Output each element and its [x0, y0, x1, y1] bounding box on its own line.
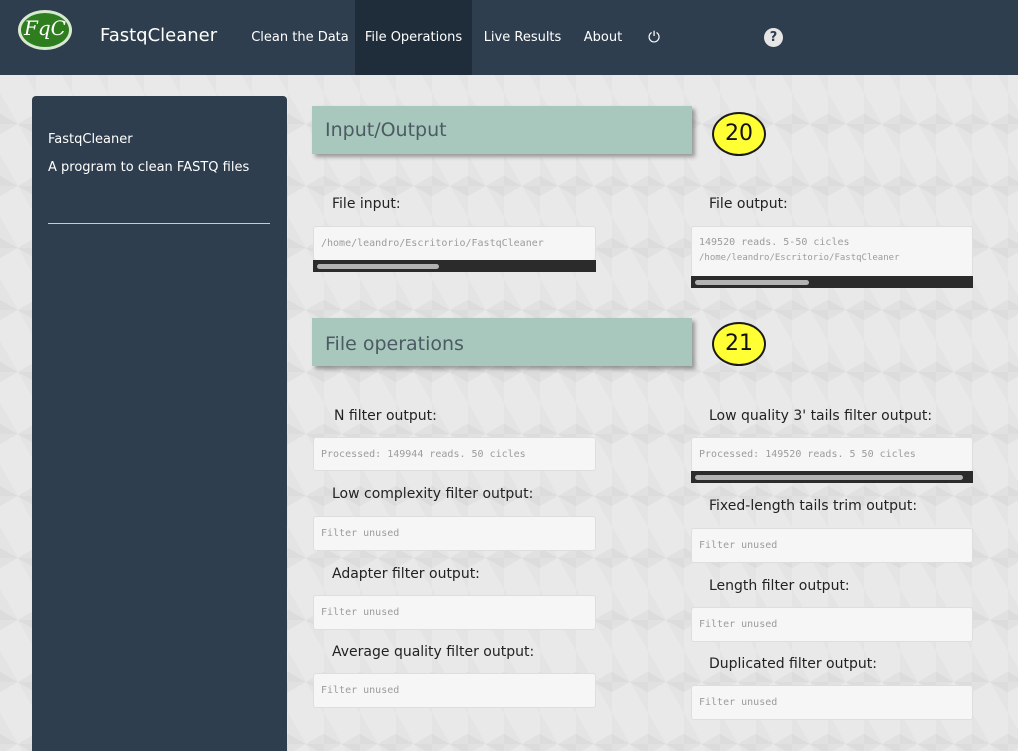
section-header-input-output: Input/Output: [312, 106, 692, 154]
file-input-label: File input:: [332, 196, 401, 212]
help-icon[interactable]: ?: [764, 28, 783, 47]
nav-live-results[interactable]: Live Results: [475, 0, 570, 75]
sidebar-subtitle: A program to clean FASTQ files: [48, 160, 250, 175]
nav-clean-the-data[interactable]: Clean the Data: [248, 0, 352, 75]
logo-text: FqC: [24, 16, 66, 40]
low-quality-tails-output-field[interactable]: Processed: 149520 reads. 5 50 cicles: [691, 437, 973, 471]
n-filter-label: N filter output:: [334, 408, 437, 424]
duplicated-filter-label: Duplicated filter output:: [709, 656, 877, 672]
average-quality-output-field[interactable]: Filter unused: [313, 673, 596, 708]
file-output-scrollbar[interactable]: [691, 276, 973, 288]
length-filter-label: Length filter output:: [709, 578, 850, 594]
length-filter-output-field[interactable]: Filter unused: [691, 607, 973, 642]
n-filter-output-field[interactable]: Processed: 149944 reads. 50 cicles: [313, 437, 596, 471]
low-complexity-output-field[interactable]: Filter unused: [313, 516, 596, 551]
scrollbar-thumb[interactable]: [695, 280, 809, 285]
section-title: Input/Output: [325, 119, 447, 141]
scrollbar-thumb[interactable]: [695, 475, 963, 480]
file-input-scrollbar[interactable]: [313, 260, 596, 272]
nav-about[interactable]: About: [573, 0, 633, 75]
section-header-file-operations: File operations: [312, 318, 692, 366]
app-logo[interactable]: FqC: [18, 10, 72, 50]
duplicated-filter-output-field[interactable]: Filter unused: [691, 685, 973, 720]
fixed-length-output-field[interactable]: Filter unused: [691, 528, 973, 563]
low-complexity-label: Low complexity filter output:: [332, 486, 534, 502]
power-icon[interactable]: ⏻: [636, 0, 672, 75]
average-quality-label: Average quality filter output:: [332, 644, 535, 660]
file-output-field[interactable]: 149520 reads. 5-50 cicles /home/leandro/…: [691, 226, 973, 276]
scrollbar-thumb[interactable]: [317, 264, 439, 269]
low-quality-tails-label: Low quality 3' tails filter output:: [709, 408, 933, 424]
fixed-length-label: Fixed-length tails trim output:: [709, 498, 918, 514]
section-title: File operations: [325, 333, 464, 355]
annotation-badge-20: 20: [712, 112, 766, 156]
nav-file-operations[interactable]: File Operations: [355, 0, 472, 75]
low-quality-tails-scrollbar[interactable]: [691, 471, 973, 483]
annotation-badge-21: 21: [712, 322, 766, 366]
sidebar-title: FastqCleaner: [48, 132, 133, 147]
brand-name[interactable]: FastqCleaner: [100, 25, 217, 46]
sidebar-divider: [48, 223, 270, 224]
sidebar-panel: [32, 96, 287, 751]
file-input-field[interactable]: /home/leandro/Escritorio/FastqCleaner: [313, 226, 596, 260]
adapter-filter-label: Adapter filter output:: [332, 566, 480, 582]
file-output-label: File output:: [709, 196, 788, 212]
top-navbar: FqC FastqCleaner Clean the Data File Ope…: [0, 0, 1018, 75]
adapter-filter-output-field[interactable]: Filter unused: [313, 595, 596, 630]
